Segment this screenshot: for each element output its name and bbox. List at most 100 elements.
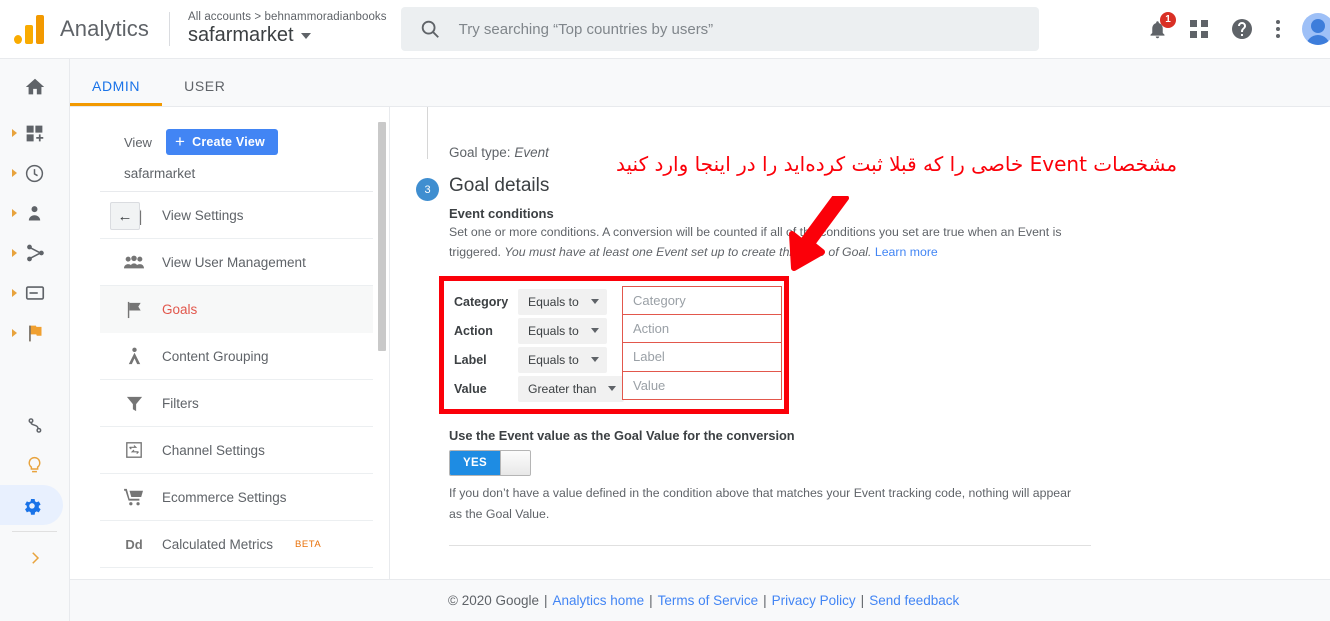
sidebar-item-acquisition[interactable] [6, 233, 63, 273]
footer: © 2020 Google | Analytics home | Terms o… [70, 579, 1330, 621]
chevron-down-icon [590, 299, 599, 304]
gear-icon [24, 498, 41, 515]
google-analytics-logo-icon [14, 14, 48, 44]
label-operator-select[interactable]: Equals to [518, 346, 607, 373]
condition-row: Action Equals to [454, 316, 624, 345]
home-icon [25, 78, 44, 95]
divider [12, 531, 57, 532]
avatar[interactable] [1302, 13, 1330, 45]
more-options-icon[interactable] [1276, 20, 1280, 38]
chevron-right-icon [12, 289, 17, 297]
account-selector[interactable]: All accounts > behnammoradianbooks safar… [188, 11, 387, 47]
condition-inputs: Category Action Label Value [622, 286, 782, 400]
condition-row: Label Equals to [454, 345, 624, 374]
chevron-right-icon [12, 209, 17, 217]
search-input[interactable]: Try searching “Top countries by users” [400, 7, 1039, 51]
condition-operators: Category Equals to Action Equals to Labe… [454, 287, 625, 403]
chevron-down-icon [300, 32, 311, 39]
help-icon[interactable] [1230, 17, 1254, 41]
tab-admin[interactable]: ADMIN [70, 78, 162, 106]
action-operator-select[interactable]: Equals to [518, 317, 607, 344]
analytics-home-link[interactable]: Analytics home [553, 593, 645, 608]
flag-icon [29, 325, 42, 341]
chevron-down-icon [608, 386, 617, 391]
operator-label: Equals to [528, 323, 579, 338]
left-rail [0, 59, 70, 621]
sidebar-item-discover[interactable] [6, 445, 63, 485]
sidebar-item-filters[interactable]: Filters [100, 380, 373, 427]
chevron-right-icon [12, 329, 17, 337]
sidebar-item-label: Calculated Metrics [162, 536, 274, 552]
tab-user[interactable]: USER [162, 78, 247, 106]
category-input[interactable]: Category [622, 286, 782, 315]
search-placeholder: Try searching “Top countries by users” [458, 20, 714, 38]
customization-icon [26, 125, 44, 141]
person-icon [28, 205, 41, 220]
expand-rail-button[interactable] [6, 538, 63, 578]
collapse-panel-button[interactable]: ← [110, 202, 140, 230]
property-name[interactable]: safarmarket [188, 24, 387, 47]
send-feedback-link[interactable]: Send feedback [869, 593, 959, 608]
sidebar-item-channel-settings[interactable]: Channel Settings [100, 427, 373, 474]
label-input[interactable]: Label [622, 343, 782, 372]
sidebar-item-realtime[interactable] [6, 153, 63, 193]
view-column-label: View [124, 134, 152, 150]
apps-grid-icon[interactable] [1190, 20, 1208, 38]
panel-scrollbar[interactable] [378, 122, 386, 351]
terms-of-service-link[interactable]: Terms of Service [658, 593, 759, 608]
sidebar-item-customization[interactable] [6, 113, 63, 153]
goal-type-row: Goal type: Event [449, 145, 549, 160]
condition-label: Category [454, 294, 509, 309]
goal-details-content: 3 Goal type: Event Goal details Event co… [391, 107, 1330, 579]
event-conditions-description: Set one or more conditions. A conversion… [449, 222, 1087, 262]
create-view-button[interactable]: + Create View [165, 129, 278, 155]
copyright-text: © 2020 Google [448, 593, 540, 608]
chevron-down-icon [590, 328, 599, 333]
event-value-toggle[interactable]: YES [449, 450, 531, 476]
sidebar-item-attribution[interactable] [6, 405, 63, 445]
sidebar-item-label: Ecommerce Settings [162, 489, 287, 505]
condition-row: Category Equals to [454, 287, 624, 316]
sidebar-item-goals[interactable]: Goals [100, 286, 373, 333]
property-name-label: safarmarket [187, 24, 294, 46]
sidebar-item-view-settings[interactable]: View Settings [100, 192, 373, 239]
sidebar-item-ecommerce-settings[interactable]: Ecommerce Settings [100, 474, 373, 521]
sidebar-item-conversions[interactable] [6, 313, 63, 353]
chevron-right-icon [12, 249, 17, 257]
chevron-right-icon [31, 552, 39, 564]
divider [168, 12, 170, 46]
value-operator-select[interactable]: Greater than [518, 375, 625, 402]
top-bar: Analytics All accounts > behnammoradianb… [0, 0, 1330, 59]
category-operator-select[interactable]: Equals to [518, 288, 607, 315]
channel-settings-icon [124, 441, 144, 459]
sidebar-item-calculated-metrics[interactable]: Dd Calculated Metrics BETA [100, 521, 373, 568]
action-input[interactable]: Action [622, 314, 782, 343]
goal-type-label: Goal type: [449, 145, 511, 160]
event-value-toggle-description: If you don’t have a value defined in the… [449, 486, 1072, 521]
sidebar-item-home[interactable] [6, 67, 63, 107]
notification-badge: 1 [1160, 11, 1176, 28]
behavior-window-icon [25, 286, 44, 300]
sidebar-item-behavior[interactable] [6, 273, 63, 313]
sidebar-item-label: Content Grouping [162, 348, 269, 364]
sidebar-item-label: Filters [162, 395, 199, 411]
top-bar-actions: 1 [1147, 11, 1330, 45]
sidebar-item-admin[interactable] [0, 485, 63, 525]
brand-title: Analytics [60, 16, 149, 41]
analytics-admin-page: Analytics All accounts > behnammoradianb… [0, 0, 1330, 621]
sidebar-item-content-grouping[interactable]: Content Grouping [100, 333, 373, 380]
operator-label: Greater than [528, 381, 597, 396]
sidebar-item-audience[interactable] [6, 193, 63, 233]
learn-more-link[interactable]: Learn more [875, 245, 938, 259]
left-arrow-icon: ← [117, 207, 133, 225]
privacy-policy-link[interactable]: Privacy Policy [772, 593, 856, 608]
condition-label: Action [454, 323, 493, 338]
notifications-icon[interactable]: 1 [1147, 11, 1176, 40]
event-value-toggle-title: Use the Event value as the Goal Value fo… [449, 428, 795, 443]
condition-label: Label [454, 352, 487, 367]
chevron-right-icon [12, 129, 17, 137]
step-number-badge: 3 [416, 178, 439, 201]
sidebar-item-view-user-management[interactable]: View User Management [100, 239, 373, 286]
step-connector-line [427, 107, 428, 159]
value-input[interactable]: Value [622, 371, 782, 400]
